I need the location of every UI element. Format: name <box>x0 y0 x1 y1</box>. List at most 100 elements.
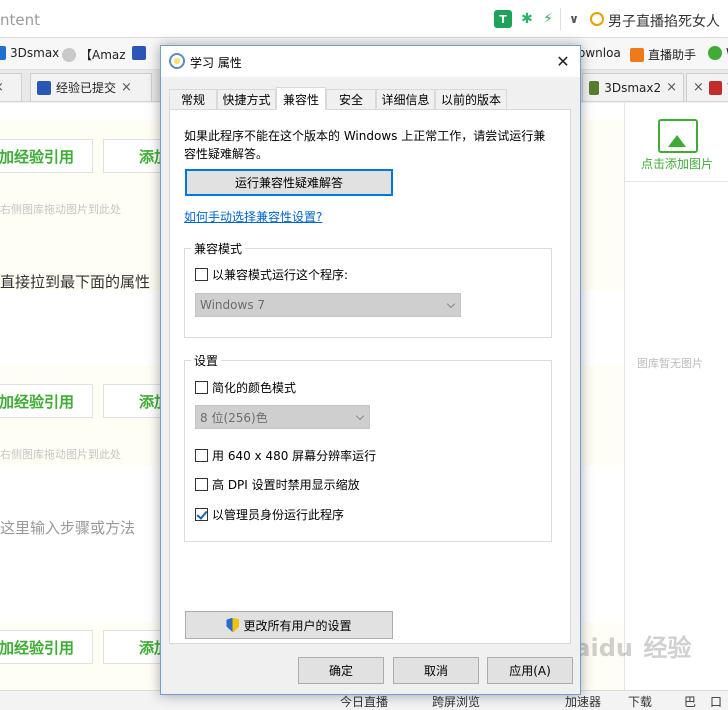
settings-group: 设置 简化的颜色模式 8 位(256)色 用 640 x 480 屏幕分辨率运行… <box>184 352 552 542</box>
bookmark-label: 3Dsmax <box>10 46 60 60</box>
status-item-accelerator[interactable]: 加速器 <box>565 693 601 710</box>
address-bar[interactable]: ntent T ✱ ⚡ ∨ 男子直播掐死女人 <box>0 0 728 38</box>
app-icon <box>169 53 185 69</box>
compat-mode-checkbox[interactable] <box>195 268 208 281</box>
change-all-users-label: 更改所有用户的设置 <box>243 618 352 633</box>
manual-settings-link[interactable]: 如何手动选择兼容性设置? <box>184 208 322 225</box>
high-dpi-row[interactable]: 高 DPI 设置时禁用显示缩放 <box>195 476 360 493</box>
compatibility-panel: 如果此程序不能在这个版本的 Windows 上正常工作，请尝试运行兼容性疑难解答… <box>169 109 571 644</box>
high-dpi-checkbox[interactable] <box>195 478 208 491</box>
properties-dialog: 学习 属性 ✕ 常规 快捷方式 兼容性 安全 详细信息 以前的版本 如果此程序不… <box>160 45 581 695</box>
bookmark-item[interactable]: ownloa <box>578 46 621 60</box>
close-button[interactable]: ✕ <box>546 46 580 77</box>
bookmark-item[interactable]: 【Amaz <box>62 46 126 63</box>
tab-security[interactable]: 安全 <box>326 89 376 109</box>
security-shield-icon[interactable]: T <box>494 10 512 28</box>
bookmark-item[interactable]: 3Dsmax <box>0 46 59 60</box>
bookmark-label: 【Amaz <box>80 48 126 62</box>
status-item-cross-screen[interactable]: 跨屏浏览 <box>432 693 480 710</box>
dialog-tabs: 常规 快捷方式 兼容性 安全 详细信息 以前的版本 <box>169 87 569 110</box>
status-item-download[interactable]: 下载 <box>628 693 652 710</box>
res-640-row[interactable]: 用 640 x 480 屏幕分辨率运行 <box>195 447 376 464</box>
dialog-title-bar[interactable]: 学习 属性 ✕ <box>161 46 580 77</box>
empty-library-label: 图库暂无图片 <box>637 357 703 370</box>
step-input[interactable]: 这里输入步骤或方法 <box>0 517 135 538</box>
chevron-down-icon <box>355 411 365 421</box>
address-text[interactable]: ntent <box>0 11 40 29</box>
status-item-misc[interactable]: 口 <box>710 693 722 710</box>
drag-hint: 右侧图库拖动图片到此处 <box>0 203 121 216</box>
ok-button[interactable]: 确定 <box>298 657 384 684</box>
tab-shortcut[interactable]: 快捷方式 <box>217 89 276 109</box>
add-button[interactable]: 添加 <box>103 139 163 173</box>
close-icon[interactable]: × <box>121 80 132 95</box>
dialog-title: 学习 属性 <box>190 56 242 70</box>
compat-mode-checkbox-row[interactable]: 以兼容模式运行这个程序: <box>195 266 348 283</box>
reduced-color-checkbox[interactable] <box>195 381 208 394</box>
run-admin-checkbox[interactable] <box>195 508 208 521</box>
troubleshoot-button[interactable]: 运行兼容性疑难解答 <box>185 169 393 196</box>
res-640-checkbox[interactable] <box>195 449 208 462</box>
reduced-color-row[interactable]: 简化的颜色模式 <box>195 379 296 396</box>
step-text[interactable]: 直接拉到最下面的属性 <box>0 271 150 292</box>
lightning-icon[interactable]: ⚡ <box>539 10 557 28</box>
tab-previous-versions[interactable]: 以前的版本 <box>435 89 507 109</box>
reference-button[interactable]: 加经验引用 <box>0 139 93 173</box>
os-version-select[interactable]: Windows 7 <box>195 293 461 317</box>
browser-tab-label: 经验已提交 <box>56 81 117 95</box>
reference-button[interactable]: 加经验引用 <box>0 630 93 664</box>
change-all-users-button[interactable]: 更改所有用户的设置 <box>185 611 393 639</box>
status-item-misc[interactable]: 巴 <box>684 693 696 710</box>
close-icon[interactable]: × <box>693 80 704 95</box>
tab-details[interactable]: 详细信息 <box>376 89 435 109</box>
status-item-live[interactable]: 今日直播 <box>340 693 388 710</box>
tab-site-icon <box>589 80 600 95</box>
browser-tab[interactable]: × <box>0 73 22 101</box>
reduced-color-label: 简化的颜色模式 <box>212 381 297 395</box>
add-button[interactable]: 添加 <box>103 384 163 418</box>
close-icon[interactable]: × <box>0 80 4 95</box>
browser-tab[interactable]: × W <box>686 73 728 101</box>
color-depth-value: 8 位(256)色 <box>200 410 268 425</box>
chevron-down-icon[interactable]: ∨ <box>565 10 583 28</box>
compat-mode-label: 以兼容模式运行这个程序: <box>212 268 349 282</box>
bookmark-item[interactable]: W <box>708 46 728 60</box>
browser-tab[interactable]: 3Dsmax2 × <box>582 73 684 101</box>
bookmark-item[interactable]: 直播助手 <box>630 46 696 63</box>
image-library-panel: 点击添加图片 图库暂无图片 <box>624 103 728 710</box>
bookmark-icon <box>62 47 76 62</box>
baidu-watermark: Baidu 经验 <box>556 628 726 678</box>
run-admin-row[interactable]: 以管理员身份运行此程序 <box>195 506 344 523</box>
res-640-label: 用 640 x 480 屏幕分辨率运行 <box>212 449 377 463</box>
group-title: 兼容模式 <box>191 240 246 257</box>
browser-tab-label: 3Dsmax2 <box>604 80 662 95</box>
os-version-value: Windows 7 <box>200 298 266 312</box>
paw-icon <box>37 80 51 95</box>
apply-button[interactable]: 应用(A) <box>487 657 573 684</box>
watermark-text: 经验 <box>643 634 692 662</box>
gear-icon[interactable]: ✱ <box>518 10 536 28</box>
tab-general[interactable]: 常规 <box>169 89 217 109</box>
close-icon[interactable]: × <box>666 80 677 95</box>
cancel-button[interactable]: 取消 <box>393 657 479 684</box>
bookmark-icon <box>708 46 722 60</box>
bookmark-icon <box>630 47 644 62</box>
tab-compatibility[interactable]: 兼容性 <box>276 87 326 110</box>
search-text[interactable]: 男子直播掐死女人 <box>608 11 728 31</box>
high-dpi-label: 高 DPI 设置时禁用显示缩放 <box>212 478 360 492</box>
bookmark-label: 直播助手 <box>648 48 697 62</box>
browser-tab[interactable]: 经验已提交 × <box>30 73 152 101</box>
add-image-icon[interactable] <box>658 119 698 153</box>
search-icon[interactable] <box>590 12 604 26</box>
color-depth-select[interactable]: 8 位(256)色 <box>195 405 370 429</box>
panel-divider <box>625 181 728 182</box>
watermark-text: du <box>598 634 633 662</box>
add-button[interactable]: 添加 <box>103 630 163 664</box>
add-image-label[interactable]: 点击添加图片 <box>641 155 713 172</box>
chevron-down-icon <box>446 299 456 309</box>
intro-text: 如果此程序不能在这个版本的 Windows 上正常工作，请尝试运行兼容性疑难解答… <box>184 129 546 161</box>
drag-hint: 右侧图库拖动图片到此处 <box>0 448 121 461</box>
reference-button[interactable]: 加经验引用 <box>0 384 93 418</box>
bookmark-paw-icon[interactable] <box>132 46 146 60</box>
group-title: 设置 <box>191 352 222 369</box>
